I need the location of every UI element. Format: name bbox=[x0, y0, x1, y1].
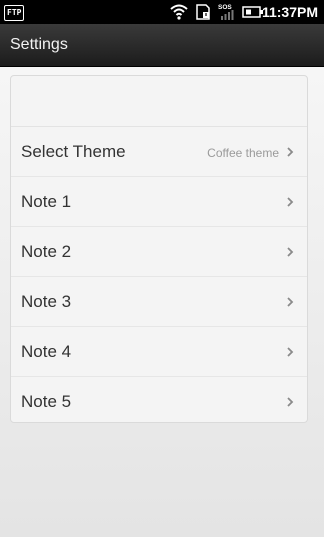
setting-row-label: Select Theme bbox=[21, 142, 126, 161]
clock: 11:37PM bbox=[261, 4, 318, 20]
settings-card: Select Theme Coffee theme Note 1 Note 2 … bbox=[10, 75, 308, 423]
setting-row-label: Note 2 bbox=[21, 242, 72, 261]
setting-row-value: Coffee theme bbox=[207, 146, 279, 160]
setting-row-label: Note 3 bbox=[21, 292, 72, 311]
page-title: Settings bbox=[10, 36, 68, 53]
svg-text:SOS: SOS bbox=[218, 4, 232, 11]
settings-card-header bbox=[11, 76, 307, 127]
setting-row-label: Note 4 bbox=[21, 342, 72, 361]
chevron-right-icon bbox=[287, 297, 294, 307]
setting-row-note-4[interactable]: Note 4 bbox=[11, 327, 307, 377]
setting-row-label: Note 1 bbox=[21, 192, 72, 211]
setting-row-label: Note 5 bbox=[21, 392, 72, 411]
setting-row-note-1[interactable]: Note 1 bbox=[11, 177, 307, 227]
chevron-right-icon bbox=[287, 347, 294, 357]
chevron-right-icon bbox=[287, 197, 294, 207]
chevron-right-icon bbox=[287, 147, 294, 157]
sd-card-icon bbox=[196, 4, 210, 20]
wifi-icon bbox=[170, 4, 188, 20]
setting-row-note-2[interactable]: Note 2 bbox=[11, 227, 307, 277]
chevron-right-icon bbox=[287, 247, 294, 257]
action-bar: Settings bbox=[0, 24, 324, 67]
settings-content: Select Theme Coffee theme Note 1 Note 2 … bbox=[0, 67, 324, 537]
setting-row-select-theme[interactable]: Select Theme Coffee theme bbox=[11, 127, 307, 177]
setting-row-note-5[interactable]: Note 5 bbox=[11, 377, 307, 422]
signal-sos-icon: SOS bbox=[218, 4, 234, 20]
ftp-icon: FTP bbox=[4, 5, 25, 21]
setting-row-note-3[interactable]: Note 3 bbox=[11, 277, 307, 327]
chevron-right-icon bbox=[287, 397, 294, 407]
status-bar: FTP SOS 11:37PM bbox=[0, 0, 324, 24]
battery-icon bbox=[242, 6, 263, 18]
